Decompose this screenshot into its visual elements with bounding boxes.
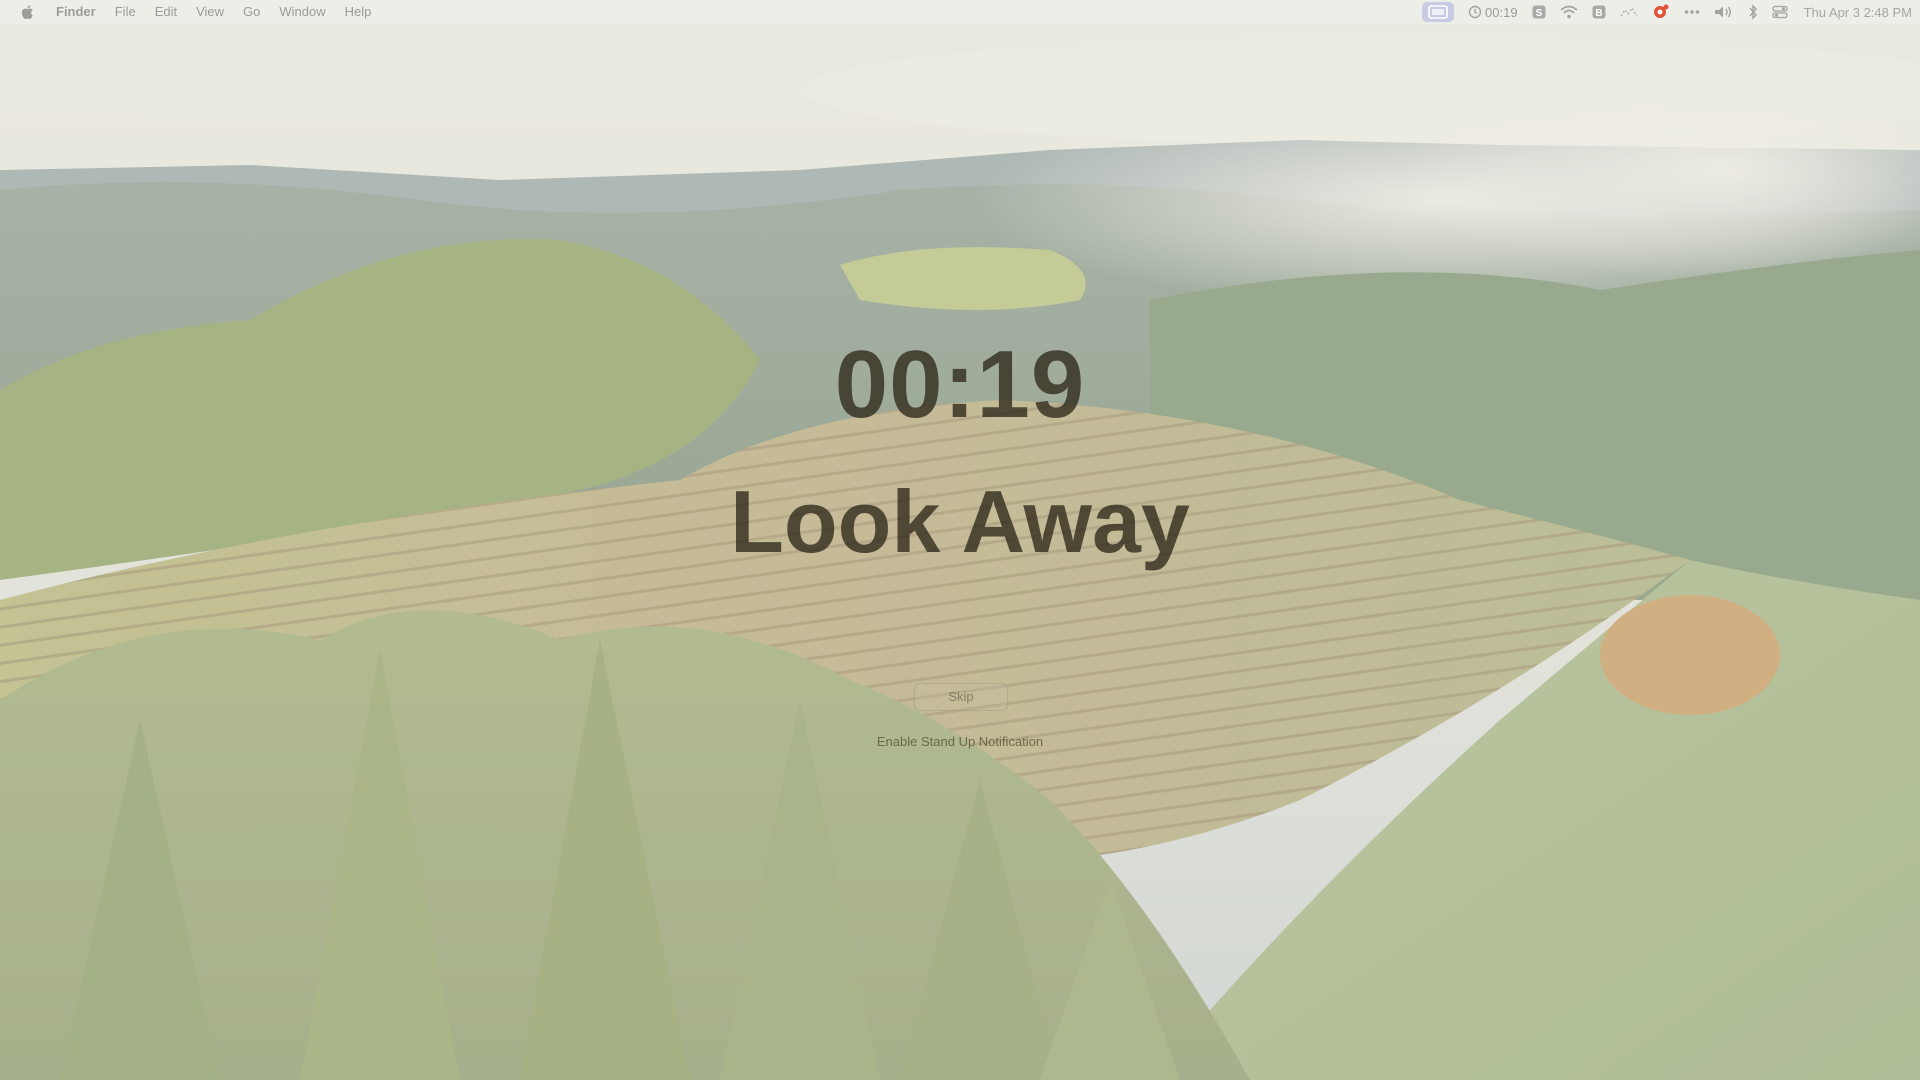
- break-screen: 00:19 Look Away Skip Enable Stand Up Not…: [0, 0, 1920, 1080]
- break-countdown: 00:19: [834, 331, 1086, 438]
- enable-standup-notification-link[interactable]: Enable Stand Up Notification: [0, 734, 1920, 749]
- skip-button[interactable]: Skip: [914, 683, 1008, 711]
- break-headline: Look Away: [730, 472, 1190, 571]
- desktop-screen: Finder File Edit View Go Window Help 00:…: [0, 0, 1920, 1080]
